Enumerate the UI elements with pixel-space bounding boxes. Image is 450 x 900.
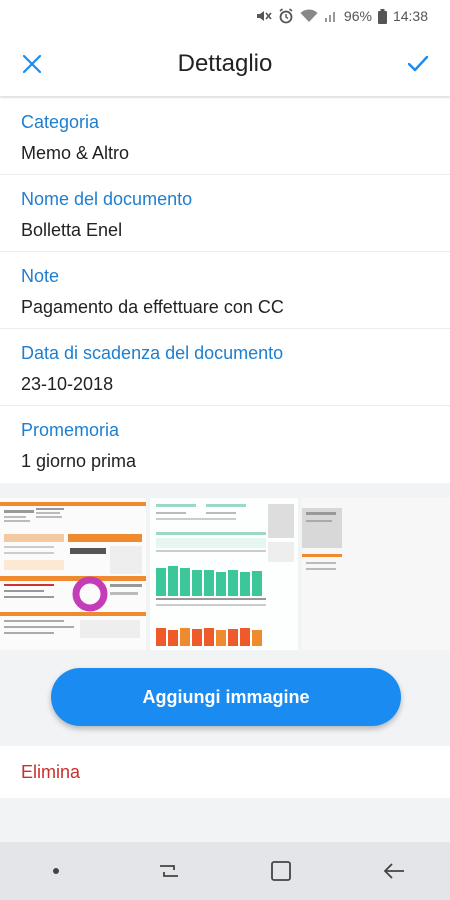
home-icon[interactable]	[261, 851, 301, 891]
field-label: Note	[21, 266, 60, 286]
field-note[interactable]: Note Pagamento da effettuare con CC	[0, 252, 450, 329]
bill-info-thumbnail[interactable]	[302, 498, 450, 650]
bill-page-thumbnail[interactable]	[0, 498, 146, 650]
field-label: Categoria	[21, 112, 100, 132]
field-data-scadenza[interactable]: Data di scadenza del documento 23-10-201…	[0, 329, 450, 406]
delete-button[interactable]: Elimina	[21, 762, 80, 783]
field-value: Pagamento da effettuare con CC	[21, 297, 284, 317]
field-label: Promemoria	[21, 420, 120, 440]
back-icon[interactable]	[374, 851, 414, 891]
bill-chart-thumbnail[interactable]	[150, 498, 298, 650]
field-value: Memo & Altro	[21, 143, 130, 163]
confirm-check-icon[interactable]	[402, 48, 434, 80]
field-value: Bolletta Enel	[21, 220, 123, 240]
detail-fields: Categoria Memo & Altro Nome del document…	[0, 98, 450, 483]
status-bar: 96% 14:38	[0, 0, 450, 32]
wifi-icon	[300, 9, 318, 23]
page-title: Dettaglio	[177, 50, 273, 77]
add-image-button[interactable]: Aggiungi immagine	[51, 668, 401, 726]
clock: 14:38	[392, 8, 428, 24]
field-label: Data di scadenza del documento	[21, 343, 284, 363]
delete-row[interactable]: Elimina	[0, 746, 450, 798]
close-icon[interactable]	[16, 48, 48, 80]
field-value: 1 giorno prima	[21, 451, 137, 471]
field-label: Nome del documento	[21, 189, 193, 209]
recent-apps-icon[interactable]	[149, 851, 189, 891]
mute-icon	[256, 9, 272, 23]
field-nome-documento[interactable]: Nome del documento Bolletta Enel	[0, 175, 450, 252]
image-thumbnails	[0, 498, 450, 650]
signal-icon	[324, 9, 338, 23]
system-nav-bar	[0, 842, 450, 900]
battery-percent: 96%	[343, 8, 372, 24]
app-bar: Dettaglio	[0, 32, 450, 96]
field-promemoria[interactable]: Promemoria 1 giorno prima	[0, 406, 450, 483]
field-value: 23-10-2018	[21, 374, 114, 394]
nav-dot-icon[interactable]	[36, 851, 76, 891]
alarm-icon	[278, 8, 294, 24]
field-categoria[interactable]: Categoria Memo & Altro	[0, 98, 450, 175]
battery-icon	[377, 8, 387, 24]
